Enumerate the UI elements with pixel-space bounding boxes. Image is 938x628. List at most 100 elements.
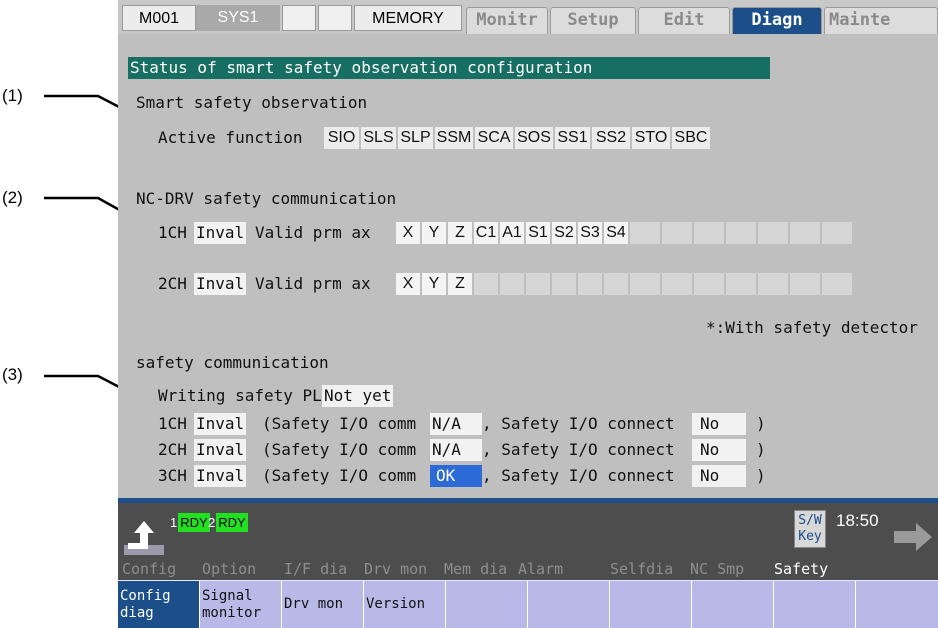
ncdrv-ch1-axes: X Y Z C1 A1 S1 S2 S3 S4 <box>396 222 852 244</box>
menu-selfdia[interactable]: Selfdia <box>606 558 686 580</box>
comm-row-ch: 2CH <box>158 440 187 459</box>
ch1-axis-x: X <box>396 222 420 244</box>
comm-heading: safety communication <box>136 353 329 372</box>
ch1-axis-s4: S4 <box>604 222 628 244</box>
ch2-axis-empty <box>604 273 628 295</box>
ch2-axis-empty <box>662 273 692 295</box>
function-sos: SOS <box>515 127 553 149</box>
menu-if-dia[interactable]: I/F dia <box>280 558 360 580</box>
active-function-list: SIO SLS SLP SSM SCA SOS SS1 SS2 STO SBC <box>324 127 710 149</box>
active-function-label: Active function <box>158 128 303 147</box>
menu-drv-mon[interactable]: Drv mon <box>360 558 440 580</box>
ch1-axis-z: Z <box>448 222 472 244</box>
tab-monitr[interactable]: Monitr <box>466 7 548 34</box>
softkey-drv-mon[interactable]: Drv mon <box>282 580 364 628</box>
tab-edit[interactable]: Edit <box>638 7 730 34</box>
ch2-axis-empty <box>526 273 550 295</box>
writing-plc-value: Not yet <box>322 385 394 407</box>
observation-heading: Smart safety observation <box>136 93 368 112</box>
ch1-axis-s2: S2 <box>552 222 576 244</box>
ch1-axis-empty <box>790 222 820 244</box>
part-system-1-ready: 1 RDY <box>170 511 210 533</box>
ch2-axis-empty <box>790 273 820 295</box>
nc-screen: M001 SYS1 MEMORY Monitr Setup Edit Diagn… <box>118 0 938 628</box>
page-title: Status of smart safety observation confi… <box>128 57 770 79</box>
main-content: Status of smart safety observation confi… <box>118 40 938 498</box>
comm-row-ch: 1CH <box>158 414 187 433</box>
ncdrv-ch2-status: Inval <box>194 273 247 295</box>
tab-setup[interactable]: Setup <box>550 7 636 34</box>
menu-option[interactable]: Option <box>198 558 280 580</box>
menu-config[interactable]: Config <box>118 558 198 580</box>
comm-row-comm-label: (Safety I/O comm <box>262 440 417 459</box>
safety-detector-note: *:With safety detector <box>706 318 918 337</box>
tab-mainte[interactable]: Mainte <box>824 7 938 34</box>
ncdrv-ch1-prm-label: Valid prm ax <box>255 223 371 242</box>
menu-row: Config Option I/F dia Drv mon Mem dia Al… <box>118 558 938 580</box>
comm-row-close: ) <box>756 414 766 433</box>
comm-row-connect-label: , Safety I/O connect <box>482 414 675 433</box>
callout-3: (3) <box>2 365 23 384</box>
comm-row-connect-label: , Safety I/O connect <box>482 466 675 485</box>
comm-row-status: Inval <box>194 413 247 435</box>
softkey-signal-monitor[interactable]: Signal monitor <box>200 580 282 628</box>
menu-up-icon[interactable] <box>122 515 166 557</box>
menu-safety[interactable]: Safety <box>770 558 858 580</box>
comm-row-close: ) <box>756 466 766 485</box>
ncdrv-ch2-prm-label: Valid prm ax <box>255 274 371 293</box>
ch2-axis-empty <box>474 273 498 295</box>
system-indicator: SYS1 <box>196 5 280 31</box>
tab-diagn[interactable]: Diagn <box>732 7 822 34</box>
software-keyboard-button[interactable]: S/W Key <box>794 510 826 548</box>
comm-row-connect-value: No <box>692 439 746 461</box>
softkey-empty-7[interactable] <box>610 580 692 628</box>
ch2-axis-y: Y <box>422 273 446 295</box>
top-bar: M001 SYS1 MEMORY Monitr Setup Edit Diagn… <box>118 0 938 34</box>
ncdrv-ch2-label: 2CH <box>158 274 187 293</box>
ncdrv-ch2-axes: X Y Z <box>396 273 852 295</box>
ch2-axis-empty <box>694 273 724 295</box>
part-system-2-number: 2 <box>208 514 216 530</box>
softkey-empty-8[interactable] <box>692 580 774 628</box>
ch1-axis-c1: C1 <box>474 222 498 244</box>
ch1-axis-empty <box>662 222 692 244</box>
menu-nc-smp[interactable]: NC Smp <box>686 558 770 580</box>
ch1-axis-y: Y <box>422 222 446 244</box>
ch2-axis-empty <box>552 273 576 295</box>
clock: 18:50 <box>836 511 879 530</box>
blank-indicator-2 <box>318 5 352 31</box>
menu-alarm[interactable]: Alarm <box>514 558 606 580</box>
comm-row-comm-value-ok: OK <box>430 465 482 487</box>
softkey-config-diag[interactable]: Config diag <box>118 580 200 628</box>
ch1-axis-empty <box>630 222 660 244</box>
ch1-axis-empty <box>694 222 724 244</box>
comm-row-status: Inval <box>194 465 247 487</box>
ch2-axis-x: X <box>396 273 420 295</box>
comm-row-comm-value: N/A <box>430 439 482 461</box>
softkey-version[interactable]: Version <box>364 580 446 628</box>
ch1-axis-empty <box>822 222 852 244</box>
softkey-empty-9[interactable] <box>774 580 856 628</box>
comm-row-connect-value: No <box>692 465 746 487</box>
softkey-empty-6[interactable] <box>528 580 610 628</box>
comm-row-status: Inval <box>194 439 247 461</box>
softkey-empty-10[interactable] <box>856 580 938 628</box>
menu-mem-dia[interactable]: Mem dia <box>440 558 514 580</box>
ready-lamp-1: RDY <box>178 512 210 532</box>
ready-lamp-2: RDY <box>216 512 248 532</box>
menu-next-icon[interactable] <box>892 519 938 555</box>
softkey-empty-5[interactable] <box>446 580 528 628</box>
comm-row-comm-value: N/A <box>430 413 482 435</box>
ncdrv-ch1-label: 1CH <box>158 223 187 242</box>
function-ss1: SS1 <box>555 127 590 149</box>
ch2-axis-empty <box>822 273 852 295</box>
callout-2: (2) <box>2 188 23 207</box>
ncdrv-heading: NC-DRV safety communication <box>136 189 397 208</box>
blank-indicator-1 <box>282 5 316 31</box>
ch1-axis-s1: S1 <box>526 222 550 244</box>
writing-plc-label: Writing safety PLC <box>158 386 332 405</box>
function-slp: SLP <box>398 127 433 149</box>
callout-1: (1) <box>2 86 23 105</box>
function-sls: SLS <box>361 127 396 149</box>
ch2-axis-z: Z <box>448 273 472 295</box>
